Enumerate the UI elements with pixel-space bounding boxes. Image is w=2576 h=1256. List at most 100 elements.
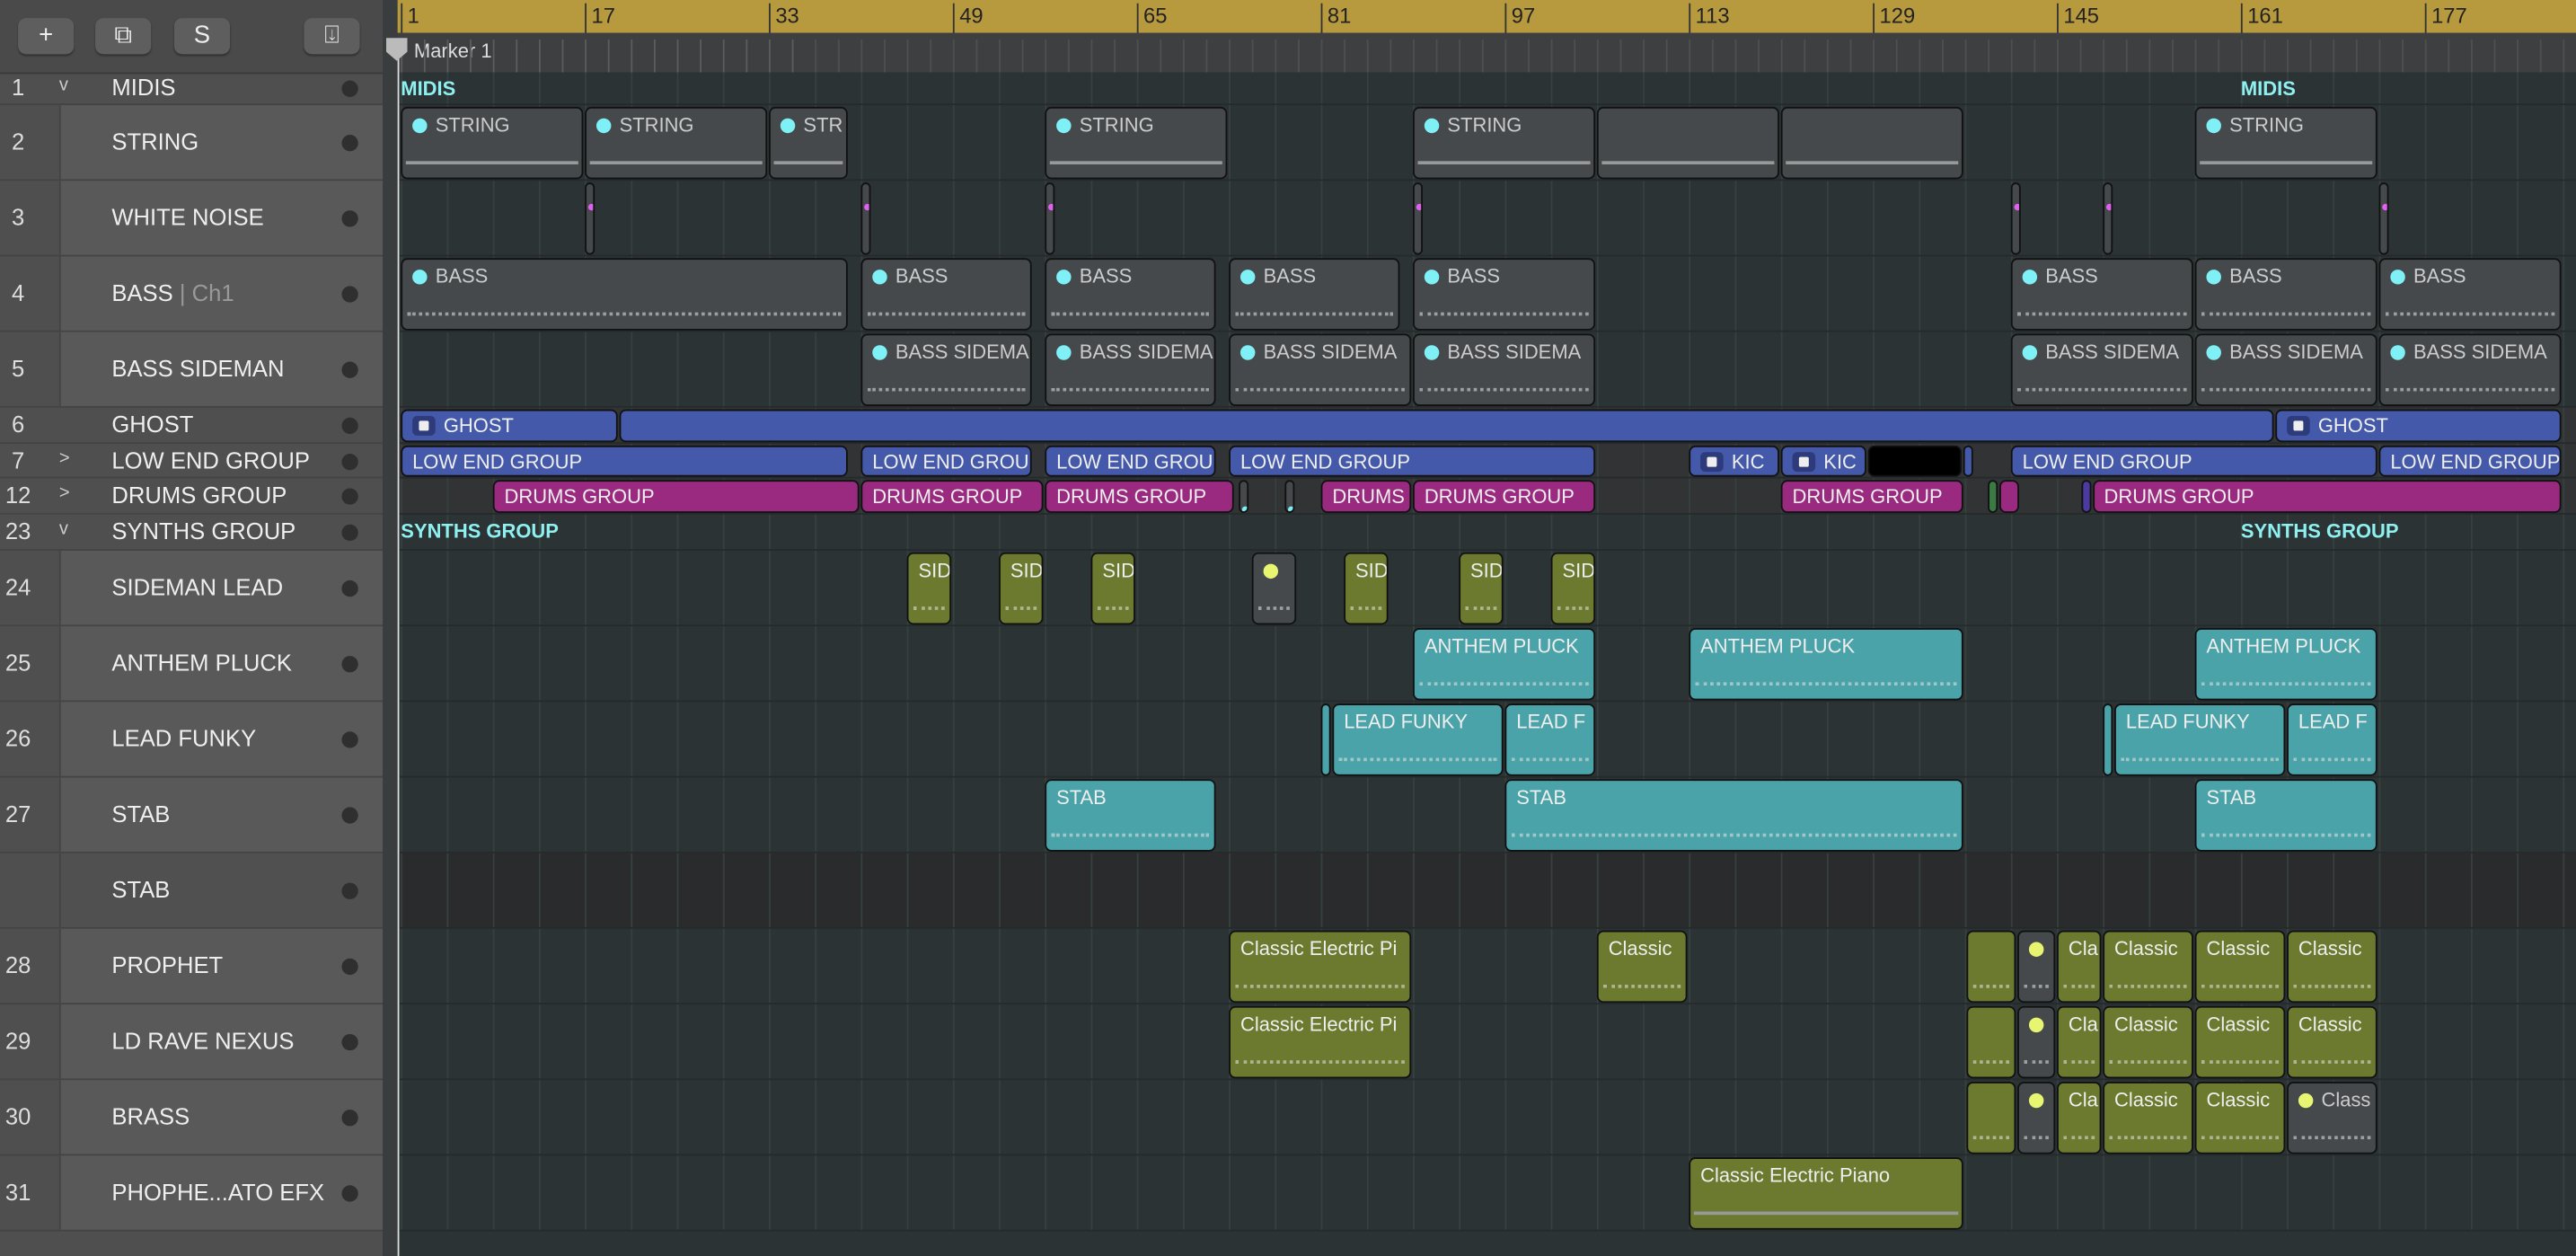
region[interactable]: Classic Electric Pi — [1229, 930, 1412, 1004]
track-header[interactable]: STAB — [0, 853, 384, 929]
region[interactable] — [619, 409, 2274, 443]
region[interactable] — [1868, 445, 1962, 477]
track-header[interactable]: 27 STAB — [0, 777, 384, 854]
region[interactable] — [1965, 930, 2016, 1004]
region[interactable]: Classic — [1596, 930, 1688, 1004]
record-enable-button[interactable] — [341, 210, 358, 227]
region[interactable] — [585, 182, 595, 255]
track-name[interactable]: LD RAVE NEXUS — [111, 1028, 294, 1054]
region[interactable]: BASS SIDEMA — [2194, 333, 2378, 406]
track-name[interactable]: STAB — [111, 800, 170, 827]
region[interactable]: LEAD F — [2287, 703, 2378, 776]
region[interactable]: LOW END GROU — [860, 445, 1032, 477]
track-header[interactable]: 31 PHOPHE...ATO EFX — [0, 1155, 384, 1232]
region[interactable]: STAB — [1504, 779, 1963, 852]
track-header[interactable]: 3 WHITE NOISE — [0, 181, 384, 257]
track-name[interactable]: LOW END GROUP — [111, 447, 310, 473]
region[interactable]: LOW END GROU — [1045, 445, 1216, 477]
track-name[interactable]: GHOST — [111, 411, 193, 437]
region[interactable]: LOW END GROUP — [401, 445, 848, 477]
record-enable-button[interactable] — [341, 453, 358, 470]
region[interactable]: DRUMS GROUP — [860, 480, 1044, 513]
track-header[interactable]: 28 PROPHET — [0, 928, 384, 1005]
track-name[interactable]: MIDIS — [111, 74, 175, 100]
track-header[interactable]: 5 BASS SIDEMAN — [0, 332, 384, 408]
track-name[interactable]: PHOPHE...ATO EFX — [111, 1179, 324, 1205]
region[interactable]: SID — [906, 552, 952, 625]
region[interactable]: GHOST — [2275, 409, 2562, 443]
region[interactable]: LOW END GROUP — [1229, 445, 1596, 477]
region[interactable]: BASS — [1413, 258, 1596, 331]
track-name[interactable]: BASS SIDEMAN — [111, 355, 284, 381]
region[interactable] — [1965, 1082, 2016, 1154]
region[interactable] — [1780, 106, 1963, 180]
track-name[interactable]: DRUMS GROUP — [111, 482, 287, 508]
track-header[interactable]: 12 > DRUMS GROUP — [0, 478, 384, 515]
region[interactable]: BASS SIDEMA — [1229, 333, 1412, 406]
download-button[interactable]: ⍗ — [304, 18, 360, 55]
region[interactable]: BASS SIDEMA — [860, 333, 1032, 406]
region[interactable]: STRING — [1045, 106, 1228, 180]
region[interactable]: BASS SIDEMA — [1045, 333, 1216, 406]
region[interactable]: SID — [1550, 552, 1596, 625]
region[interactable]: Classic — [2287, 930, 2378, 1004]
chevron-right-icon[interactable]: > — [59, 448, 70, 468]
region[interactable]: Classic — [2103, 1082, 2193, 1154]
region[interactable]: Classic — [2194, 1005, 2286, 1079]
region[interactable]: BASS — [860, 258, 1032, 331]
region[interactable] — [2103, 703, 2113, 776]
chevron-down-icon[interactable]: v — [59, 519, 68, 539]
region[interactable]: Classic — [2194, 1082, 2286, 1154]
record-enable-button[interactable] — [341, 488, 358, 505]
region[interactable]: Cla — [2057, 1082, 2102, 1154]
region[interactable] — [1284, 480, 1295, 513]
region[interactable]: BASS SIDEMA — [2378, 333, 2562, 406]
region[interactable]: LOW END GROUP — [2378, 445, 2562, 477]
panel-divider[interactable] — [383, 0, 398, 1256]
region[interactable]: DRUMS GROUP — [2092, 480, 2562, 513]
region[interactable]: BASS — [1229, 258, 1400, 331]
region[interactable] — [2017, 1005, 2056, 1079]
chevron-right-icon[interactable]: > — [59, 483, 70, 503]
chevron-down-icon[interactable]: v — [59, 75, 68, 95]
record-enable-button[interactable] — [341, 731, 358, 748]
track-header[interactable]: 6 GHOST — [0, 408, 384, 445]
region[interactable] — [1963, 445, 1973, 477]
record-enable-button[interactable] — [341, 80, 358, 97]
region[interactable]: SID — [1090, 552, 1135, 625]
track-name[interactable]: BASS | Ch1 — [111, 279, 234, 305]
region[interactable]: GHOST — [401, 409, 618, 443]
record-enable-button[interactable] — [341, 1110, 358, 1127]
region[interactable]: STR — [769, 106, 848, 180]
track-lane[interactable] — [397, 181, 2576, 257]
region[interactable]: DRUMS GROUP — [1045, 480, 1234, 513]
region[interactable] — [2017, 1082, 2056, 1154]
marker-track[interactable]: Marker 1 — [397, 32, 2576, 73]
region[interactable]: BASS SIDEMA — [2010, 333, 2193, 406]
track-name[interactable]: LEAD FUNKY — [111, 725, 256, 751]
track-name[interactable]: STAB — [111, 876, 170, 902]
track-header[interactable]: 23 v SYNTHS GROUP — [0, 515, 384, 551]
playhead[interactable] — [397, 39, 400, 1256]
track-name[interactable]: SIDEMAN LEAD — [111, 574, 283, 600]
track-header[interactable]: 2 STRING — [0, 105, 384, 181]
arrange-area[interactable]: MIDIS MIDIS SYNTHS GROUP SYNTHS GROUP STRING… — [397, 72, 2576, 1256]
region[interactable] — [2082, 480, 2091, 513]
record-enable-button[interactable] — [341, 1033, 358, 1051]
region[interactable]: Class — [2287, 1082, 2378, 1154]
region[interactable]: KIC — [1689, 445, 1779, 477]
track-header[interactable]: 25 ANTHEM PLUCK — [0, 626, 384, 703]
add-track-button[interactable]: + — [18, 18, 75, 55]
region[interactable]: ANTHEM PLUCK — [2194, 627, 2378, 701]
region[interactable] — [2103, 182, 2113, 255]
record-enable-button[interactable] — [341, 417, 358, 435]
region[interactable] — [1999, 480, 2020, 513]
track-header[interactable]: 1 v MIDIS — [0, 73, 384, 106]
region[interactable]: BASS — [2194, 258, 2378, 331]
record-enable-button[interactable] — [341, 882, 358, 899]
region[interactable]: Cla — [2057, 930, 2102, 1004]
record-enable-button[interactable] — [341, 361, 358, 378]
region[interactable] — [1413, 182, 1424, 255]
region[interactable] — [2017, 930, 2056, 1004]
region[interactable]: BASS — [2010, 258, 2193, 331]
